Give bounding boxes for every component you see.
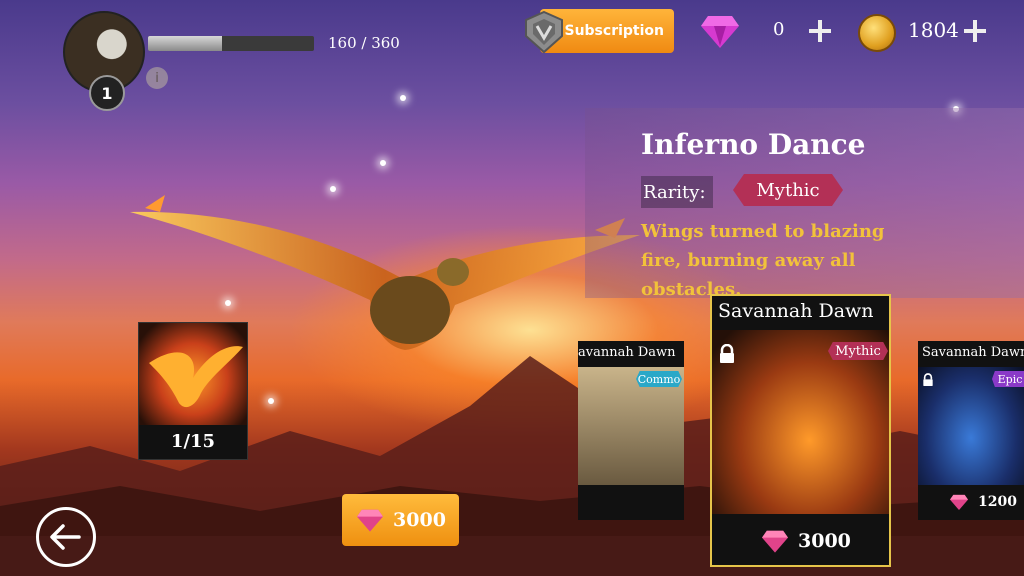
coin-icon [858, 14, 896, 52]
gem-icon [357, 509, 384, 532]
sparkle [268, 398, 274, 404]
sparkle [400, 95, 406, 101]
skin-card[interactable]: avannah Dawn Commo [578, 341, 684, 520]
gem-icon [762, 530, 788, 553]
owned-skin-thumb[interactable]: 1/15 [138, 322, 248, 460]
card-name: Savannah Dawn [718, 300, 874, 322]
buy-price: 3000 [393, 509, 446, 531]
xp-bar [148, 36, 314, 51]
card-name: Savannah Dawn [922, 345, 1024, 360]
skin-card-selected[interactable]: Savannah Dawn Mythic 3000 [710, 294, 891, 567]
lock-icon [923, 373, 933, 386]
skin-title: Inferno Dance [641, 128, 866, 161]
plus-icon[interactable] [962, 18, 988, 44]
rarity-tag: Commo [636, 371, 682, 387]
subscription-label: Subscription [564, 23, 664, 39]
xp-fill [148, 36, 222, 51]
back-button[interactable] [36, 507, 96, 567]
info-icon[interactable]: i [146, 67, 168, 89]
back-arrow-icon [50, 524, 81, 550]
sparkle [380, 160, 386, 166]
price-value: 3000 [798, 530, 851, 552]
fire-eagle-icon [149, 346, 243, 408]
skin-description: Wings turned to blazing fire, burning aw… [641, 221, 885, 300]
rarity-label: Rarity: [641, 176, 713, 208]
skin-card[interactable]: Savannah Dawn Epic 1200 [918, 341, 1024, 520]
gem-icon [950, 494, 968, 511]
owned-count: 1/15 [170, 431, 216, 452]
thumb-art [139, 323, 247, 425]
rarity-tag: Mythic [828, 342, 888, 360]
rarity-tag: Epic [992, 371, 1024, 387]
rarity-tag: Mythic [733, 174, 843, 206]
plus-icon[interactable] [807, 18, 833, 44]
price-value: 1200 [978, 494, 1017, 510]
shield-icon [525, 10, 563, 54]
card-price: 1200 [948, 493, 1017, 511]
card-price: 3000 [760, 528, 851, 554]
xp-text: 160 / 360 [328, 34, 400, 52]
gem-icon [701, 16, 739, 48]
coin-count: 1804 [908, 18, 959, 42]
level-badge: 1 [89, 75, 125, 111]
card-name: avannah Dawn [578, 345, 676, 360]
buy-button[interactable]: 3000 [342, 494, 459, 546]
lock-icon [720, 344, 734, 363]
gem-count: 0 [773, 19, 785, 40]
